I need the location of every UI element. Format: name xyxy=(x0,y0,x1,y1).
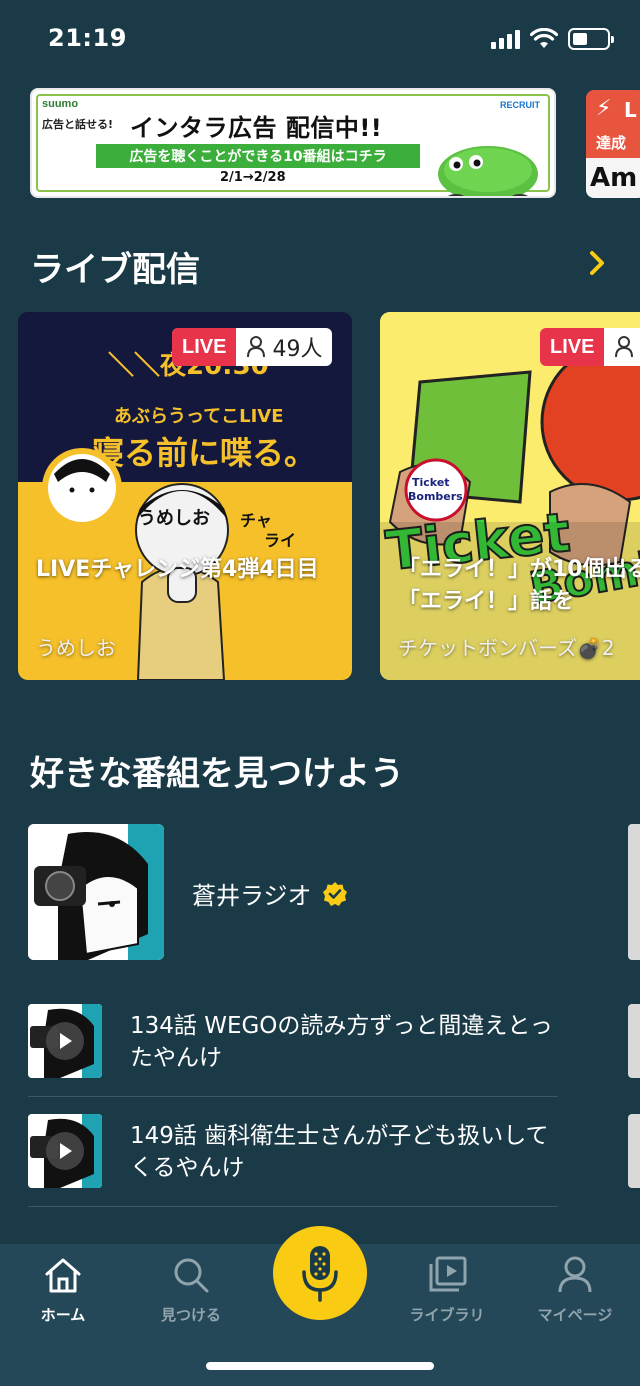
ad-carousel[interactable]: suumo 広告と話せる! インタラ広告 配信中!! RECRUIT 広告を聴く… xyxy=(30,88,640,200)
divider xyxy=(28,1206,558,1207)
tab-mypage[interactable]: マイページ xyxy=(520,1256,630,1325)
status-bar: 21:19 xyxy=(0,0,640,80)
listener-count-text: 49人 xyxy=(272,337,323,362)
bolt-icon: ⚡ xyxy=(596,96,612,121)
svg-text:チャ: チャ xyxy=(240,511,272,530)
tab-library[interactable]: ライブラリ xyxy=(392,1256,502,1325)
status-icons xyxy=(491,28,614,50)
divider xyxy=(28,1096,558,1097)
ad-small-text: 広告と話せる! xyxy=(42,118,114,131)
svg-text:あぶらうってこLIVE: あぶらうってこLIVE xyxy=(114,406,284,427)
program-item[interactable]: 蒼井ラジオ xyxy=(28,824,628,962)
play-icon[interactable] xyxy=(46,1022,84,1060)
episode-item[interactable]: 134話 WEGOの読み方ずっと間違えとったやんけ xyxy=(28,1004,558,1114)
next-episode-peek[interactable] xyxy=(628,1114,640,1188)
library-icon xyxy=(429,1256,467,1292)
tab-library-label: ライブラリ xyxy=(409,1306,485,1324)
live-card-host: チケットボンバーズ💣2 xyxy=(398,636,615,660)
svg-text:Bombers: Bombers xyxy=(408,490,463,503)
status-time: 21:19 xyxy=(48,24,127,52)
tab-mypage-label: マイページ xyxy=(537,1306,613,1324)
home-icon xyxy=(45,1258,81,1293)
microphone-icon xyxy=(302,1246,338,1302)
live-card[interactable]: Ticket Bombers Ticket Bomb LIVE 「エライ！」が1… xyxy=(380,312,640,680)
ad-band: 広告を聴くことができる10番組はコチラ xyxy=(96,144,420,168)
recruit-logo: RECRUIT xyxy=(500,100,540,110)
episode-thumbnail xyxy=(28,1004,102,1078)
live-card-title: LIVEチャレンジ第4弾4日目 xyxy=(36,557,319,582)
svg-text:うめしお: うめしお xyxy=(138,508,210,529)
cellular-signal-icon xyxy=(491,29,520,49)
program-thumbnail xyxy=(28,824,164,960)
svg-text:Ticket: Ticket xyxy=(412,476,450,489)
svg-text:寝る前に喋る。: 寝る前に喋る。 xyxy=(92,434,316,472)
ad-second-letter: L xyxy=(624,98,637,122)
chevron-right-icon[interactable] xyxy=(582,248,612,278)
record-button[interactable] xyxy=(273,1226,367,1320)
live-carousel[interactable]: ＼＼夜20:30 あぶらうってこLIVE 寝る前に喋る。 うめしお チャ ライ … xyxy=(18,312,640,684)
tab-bar: ホーム 見つける ライブラリ マイページ xyxy=(0,1226,640,1386)
listener-count xyxy=(604,328,640,366)
live-tag: LIVE xyxy=(172,328,237,366)
live-card-title: 「エライ！」が10個出るまで「エライ！」話を xyxy=(398,557,640,614)
episode-thumbnail xyxy=(28,1114,102,1188)
ad-second-text: 達成 xyxy=(596,134,627,152)
profile-icon xyxy=(558,1256,592,1293)
ad-dates: 2/1→2/28 xyxy=(220,170,286,185)
verified-badge-icon xyxy=(322,881,347,906)
tab-discover[interactable]: 見つける xyxy=(136,1256,246,1325)
battery-icon xyxy=(568,28,614,50)
suumo-logo: suumo xyxy=(42,98,79,110)
episode-item[interactable]: 149話 歯科衛生士さんが子ども扱いしてくるやんけ xyxy=(28,1114,558,1224)
live-tag: LIVE xyxy=(540,328,605,366)
listener-count: 49人 xyxy=(236,328,332,366)
live-card[interactable]: ＼＼夜20:30 あぶらうってこLIVE 寝る前に喋る。 うめしお チャ ライ … xyxy=(18,312,352,680)
program-name-text: 蒼井ラジオ xyxy=(192,882,312,910)
episode-title: 134話 WEGOの読み方ずっと間違えとったやんけ xyxy=(130,1013,553,1071)
ad-second-bottom-text: Am xyxy=(586,158,640,198)
person-icon xyxy=(615,336,634,358)
tab-home[interactable]: ホーム xyxy=(8,1256,118,1325)
ad-band-text: 広告を聴くことができる10番組はコチラ xyxy=(129,149,387,165)
ad-banner-suumo[interactable]: suumo 広告と話せる! インタラ広告 配信中!! RECRUIT 広告を聴く… xyxy=(30,88,556,198)
live-card-artwork: Ticket Bombers Ticket Bomb xyxy=(380,312,640,680)
live-badge: LIVE xyxy=(540,328,640,366)
mascot-image xyxy=(438,146,538,196)
person-icon xyxy=(247,336,266,358)
program-name: 蒼井ラジオ xyxy=(192,876,348,911)
discover-section-title: 好きな番組を見つけよう xyxy=(30,754,404,794)
next-program-peek[interactable] xyxy=(628,824,640,960)
home-indicator xyxy=(206,1362,434,1370)
tab-home-label: ホーム xyxy=(40,1306,86,1324)
live-card-artwork: ＼＼夜20:30 あぶらうってこLIVE 寝る前に喋る。 うめしお チャ ライ xyxy=(18,312,352,680)
svg-text:ライ: ライ xyxy=(264,531,296,550)
live-badge: LIVE 49人 xyxy=(172,328,333,366)
episode-title: 149話 歯科衛生士さんが子ども扱いしてくるやんけ xyxy=(130,1123,549,1181)
wifi-icon xyxy=(530,28,558,48)
play-icon[interactable] xyxy=(46,1132,84,1170)
ad-headline: インタラ広告 配信中!! xyxy=(130,114,383,142)
ad-banner-second[interactable]: ⚡ L 達成 Am xyxy=(586,90,640,198)
tab-discover-label: 見つける xyxy=(160,1306,221,1324)
search-icon xyxy=(174,1258,209,1293)
next-episode-peek[interactable] xyxy=(628,1004,640,1078)
live-card-host: うめしお xyxy=(36,636,116,660)
live-section-title: ライブ配信 xyxy=(30,250,200,290)
